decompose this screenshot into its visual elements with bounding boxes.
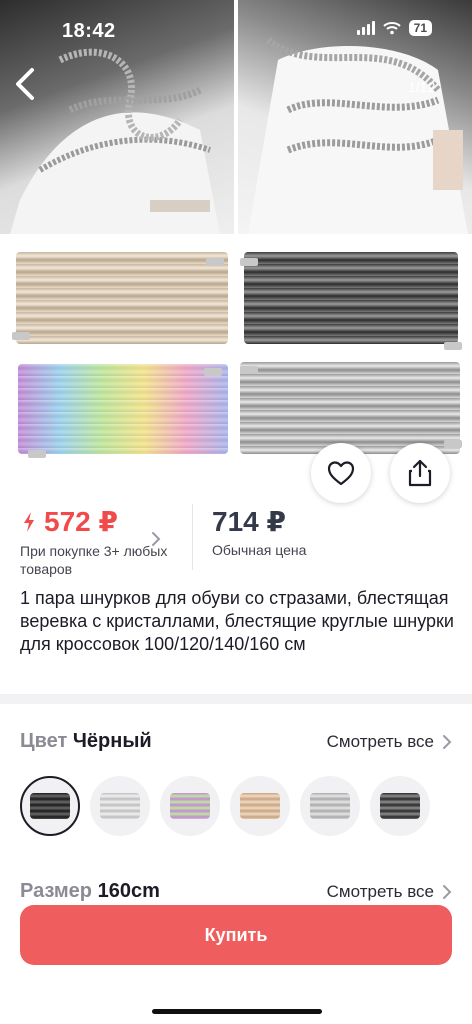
color-swatch-light-silver[interactable] (300, 776, 360, 836)
size-see-all-link[interactable]: Смотреть все (327, 882, 452, 902)
discount-price-value: 572 ₽ (44, 506, 118, 537)
product-photo-sneaker-right (238, 0, 472, 234)
regular-price-label: Обычная цена (212, 542, 307, 558)
heart-icon (327, 461, 355, 486)
color-see-all-link[interactable]: Смотреть все (327, 732, 452, 752)
lace-tip (12, 332, 30, 340)
chevron-right-icon (443, 734, 452, 749)
lightning-icon (24, 511, 34, 532)
product-photo-sneaker-left (0, 0, 234, 234)
price-divider (192, 504, 193, 570)
home-indicator (152, 1009, 322, 1014)
back-button[interactable] (10, 66, 40, 102)
section-separator (0, 694, 472, 704)
lace-tip (204, 368, 222, 376)
battery-indicator: 71 (408, 20, 432, 36)
lace-tip (240, 366, 258, 374)
size-see-all-label: Смотреть все (326, 881, 434, 901)
buy-button[interactable]: Купить (20, 905, 452, 965)
swatch-image (30, 793, 70, 819)
lace-tip (206, 258, 224, 266)
color-value: Чёрный (72, 730, 152, 752)
chevron-right-icon (443, 884, 452, 899)
size-value: 160cm (97, 880, 160, 902)
cellular-signal-icon (356, 21, 375, 35)
swatch-image (310, 793, 350, 819)
color-swatch-silver[interactable] (90, 776, 150, 836)
color-swatch-champagne[interactable] (230, 776, 290, 836)
status-time: 18:42 (62, 20, 116, 42)
product-gallery[interactable]: 18:42 71 1/12 (0, 0, 472, 472)
swatch-image (380, 793, 420, 819)
product-title: 1 пара шнурков для обуви со стразами, бл… (20, 588, 454, 654)
size-label: Размер (20, 880, 93, 902)
size-option-row: Размер 160cm Смотреть все (20, 880, 452, 903)
color-swatch-dark[interactable] (370, 776, 430, 836)
chevron-right-icon[interactable] (150, 530, 162, 548)
share-button[interactable] (390, 443, 450, 503)
color-option-label: Цвет Чёрный (20, 730, 152, 753)
wifi-icon (382, 22, 401, 35)
color-see-all-label: Смотреть все (326, 731, 434, 751)
lace-image-black (244, 252, 458, 344)
color-label: Цвет (20, 730, 68, 752)
lace-tip (240, 258, 258, 266)
lace-image-rainbow (18, 364, 228, 454)
color-swatches (20, 776, 430, 836)
size-option-label: Размер 160cm (20, 880, 160, 903)
regular-price: 714 ₽ (212, 506, 286, 537)
lace-tip (444, 342, 462, 350)
swatch-image (240, 793, 280, 819)
status-icons: 71 (356, 20, 432, 36)
favorite-button[interactable] (311, 443, 371, 503)
discount-price-condition[interactable]: При покупке 3+ любых товаров (20, 542, 170, 578)
color-swatch-rainbow[interactable] (160, 776, 220, 836)
lace-image-silver (240, 362, 460, 454)
chevron-left-icon (16, 68, 34, 100)
lace-tip (444, 440, 462, 448)
lace-tip (28, 450, 46, 458)
color-option-row: Цвет Чёрный Смотреть все (20, 730, 452, 753)
lace-image-champagne (16, 252, 228, 344)
swatch-image (100, 793, 140, 819)
share-icon (408, 459, 432, 487)
swatch-image (170, 793, 210, 819)
gallery-counter: 1/12 (408, 79, 436, 95)
color-swatch-black[interactable] (20, 776, 80, 836)
discount-price: 572 ₽ (22, 505, 118, 538)
